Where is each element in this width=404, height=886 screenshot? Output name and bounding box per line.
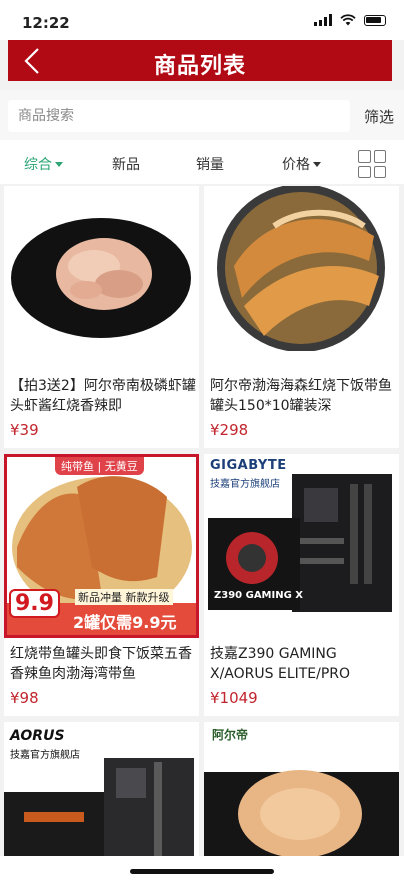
product-card[interactable]: 阿尔帝 (204, 722, 399, 856)
product-title: 红烧带鱼罐头即食下饭菜五香香辣鱼肉渤海湾带鱼 (10, 646, 192, 682)
sort-price[interactable]: 价格 (282, 154, 321, 174)
status-bar: 12:22 (0, 0, 404, 40)
sort-label: 新品 (112, 157, 140, 173)
product-image: AORUS 技嘉官方旗舰店 (4, 722, 199, 856)
product-image (4, 186, 199, 351)
product-title: 【拍3送2】阿尔帝南极磷虾罐头虾酱红烧香辣即 (10, 378, 196, 414)
search-input[interactable] (8, 100, 350, 132)
product-price: ¥298 (210, 421, 249, 439)
product-price: ¥1049 (210, 689, 258, 707)
search-row: 筛选 (0, 90, 404, 140)
home-indicator[interactable] (130, 869, 274, 874)
status-time: 12:22 (22, 14, 70, 32)
product-image: 纯带鱼 | 无黄豆 9.9 新品冲量 新款升级 2罐仅需9.9元 (4, 454, 199, 638)
product-image: 阿尔帝 (204, 722, 399, 856)
sort-new[interactable]: 新品 (112, 154, 140, 174)
product-grid: 【拍3送2】阿尔帝南极磷虾罐头虾酱红烧香辣即 ¥39 阿尔帝渤海海森红烧下饭带鱼… (4, 186, 400, 856)
brand-logo: GIGABYTE (210, 458, 287, 473)
product-price: ¥98 (10, 689, 39, 707)
product-image (204, 186, 399, 351)
promo-line-2: 2罐仅需9.9元 (73, 613, 177, 632)
store-name: 技嘉官方旗舰店 (210, 479, 280, 490)
sort-label: 综合 (24, 157, 52, 173)
home-bar (0, 856, 404, 886)
sort-label: 销量 (196, 157, 224, 173)
product-title: 阿尔帝渤海海森红烧下饭带鱼罐头150*10罐装深 (210, 378, 392, 414)
product-card[interactable]: GIGABYTE 技嘉官方旗舰店 Z390 GAMING X 技嘉Z390 GA… (204, 454, 399, 716)
page-title: 商品列表 (153, 54, 246, 79)
box-text: Z390 GAMING X (214, 590, 303, 601)
brand-logo: AORUS (10, 728, 65, 744)
product-card[interactable]: 纯带鱼 | 无黄豆 9.9 新品冲量 新款升级 2罐仅需9.9元 红烧带鱼罐头即… (4, 454, 199, 716)
triangle-down-icon (55, 162, 63, 167)
product-card[interactable]: AORUS 技嘉官方旗舰店 (4, 722, 199, 856)
status-icons (314, 14, 386, 26)
battery-icon (364, 14, 386, 26)
promo-price-tag: 9.9 (9, 589, 60, 618)
promo-line-1: 新品冲量 新款升级 (75, 589, 173, 605)
promo-top-badge: 纯带鱼 | 无黄豆 (55, 457, 144, 475)
signal-icon (314, 14, 332, 26)
sort-sales[interactable]: 销量 (196, 154, 224, 174)
brand-logo: 阿尔帝 (212, 728, 249, 742)
sort-comprehensive[interactable]: 综合 (24, 154, 63, 174)
nav-bar: 商品列表 (8, 40, 392, 81)
grid-view-toggle-icon[interactable] (358, 150, 386, 178)
sort-label: 价格 (282, 157, 310, 173)
product-card[interactable]: 【拍3送2】阿尔帝南极磷虾罐头虾酱红烧香辣即 ¥39 (4, 186, 199, 448)
product-image: GIGABYTE 技嘉官方旗舰店 Z390 GAMING X (204, 454, 399, 619)
store-name: 技嘉官方旗舰店 (10, 750, 80, 761)
product-title: 技嘉Z390 GAMING X/AORUS ELITE/PRO (210, 646, 351, 682)
product-price: ¥39 (10, 421, 39, 439)
wifi-icon (340, 14, 356, 26)
triangle-down-icon (313, 162, 321, 167)
product-card[interactable]: 阿尔帝渤海海森红烧下饭带鱼罐头150*10罐装深 ¥298 (204, 186, 399, 448)
sort-bar: 综合 新品 销量 价格 (0, 140, 404, 184)
filter-button[interactable]: 筛选 (364, 106, 394, 127)
